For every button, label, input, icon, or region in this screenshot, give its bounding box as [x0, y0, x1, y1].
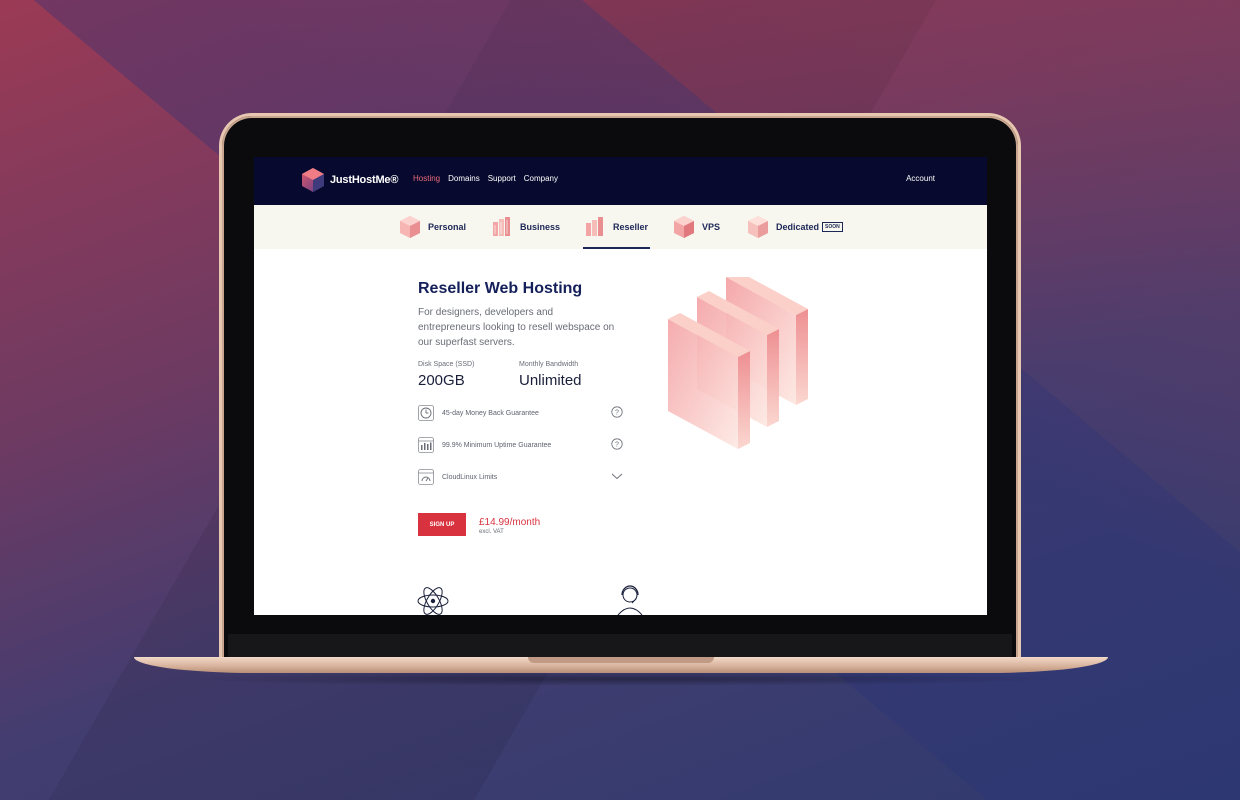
cube-icon — [748, 216, 768, 238]
spec-bandwidth-value: Unlimited — [519, 372, 582, 389]
spec-bandwidth-label: Monthly Bandwidth — [519, 361, 579, 368]
hosting-type-tabs: Personal Business Reseller VPS Dedicated… — [254, 205, 987, 249]
brand-logo[interactable]: JustHostMe® — [302, 168, 398, 192]
atom-icon — [417, 587, 449, 615]
nav-link-domains[interactable]: Domains — [448, 174, 480, 183]
building-icon — [493, 217, 510, 236]
feature-cloudlinux-label: CloudLinux Limits — [442, 473, 498, 481]
plan-content: Reseller Web Hosting For designers, deve… — [254, 249, 987, 615]
nav-link-company[interactable]: Company — [524, 174, 558, 183]
nav-link-support[interactable]: Support — [488, 174, 516, 183]
cube-icon — [400, 216, 420, 238]
hexagon-logo-icon — [302, 168, 324, 192]
feature-cloudlinux[interactable]: CloudLinux Limits — [418, 468, 623, 486]
top-nav: JustHostMe® Hosting Domains Support Comp… — [254, 157, 987, 205]
feature-uptime-label: 99.9% Minimum Uptime Guarantee — [442, 441, 552, 449]
feature-uptime: 99.9% Minimum Uptime Guarantee ? — [418, 436, 623, 454]
tab-business[interactable]: Business — [492, 205, 560, 249]
feature-money-back-label: 45-day Money Back Guarantee — [442, 409, 539, 417]
spec-disk-space: Disk Space (SSD) 200GB — [418, 361, 474, 389]
svg-text:?: ? — [615, 441, 619, 448]
chevron-down-icon[interactable] — [611, 470, 623, 482]
tab-vps[interactable]: VPS — [674, 205, 720, 249]
help-icon[interactable]: ? — [611, 406, 623, 418]
spec-disk-label: Disk Space (SSD) — [418, 361, 475, 368]
plan-description: For designers, developers and entreprene… — [418, 307, 615, 348]
laptop-shadow — [170, 672, 1070, 686]
plan-title: Reseller Web Hosting — [418, 280, 583, 297]
gauge-icon — [418, 469, 434, 485]
price-vat-note: excl. VAT — [479, 529, 504, 535]
tab-dedicated-label: Dedicated — [776, 222, 820, 232]
laptop-notch — [528, 657, 714, 663]
tab-personal[interactable]: Personal — [400, 205, 466, 249]
svg-text:?: ? — [615, 409, 619, 416]
uptime-chart-icon — [418, 437, 434, 453]
spec-bandwidth: Monthly Bandwidth Unlimited — [519, 361, 582, 389]
sign-up-button[interactable]: SIGN UP — [418, 513, 466, 536]
plan-price: £14.99/month — [479, 517, 541, 528]
reseller-icon — [586, 217, 603, 236]
feature-money-back: 45-day Money Back Guarantee ? — [418, 404, 623, 422]
soon-badge: SOON — [822, 222, 843, 232]
support-agent-icon — [617, 585, 643, 615]
clock-money-icon — [418, 405, 434, 421]
laptop-screen: JustHostMe® Hosting Domains Support Comp… — [254, 157, 987, 615]
tab-business-label: Business — [520, 222, 561, 232]
brand-name: JustHostMe® — [330, 174, 399, 186]
cube-icon — [674, 216, 694, 238]
tab-vps-label: VPS — [702, 222, 721, 232]
tab-reseller[interactable]: Reseller — [582, 205, 651, 249]
tab-personal-label: Personal — [428, 222, 467, 232]
nav-links: Hosting Domains Support Company — [413, 174, 558, 183]
reseller-illustration — [668, 277, 808, 449]
laptop-bezel — [228, 634, 1012, 658]
nav-link-hosting[interactable]: Hosting — [413, 174, 440, 183]
help-icon[interactable]: ? — [611, 438, 623, 450]
tab-dedicated[interactable]: Dedicated SOON — [748, 205, 843, 249]
tab-reseller-label: Reseller — [613, 222, 649, 232]
nav-account-link[interactable]: Account — [906, 174, 935, 183]
spec-disk-value: 200GB — [418, 372, 465, 389]
